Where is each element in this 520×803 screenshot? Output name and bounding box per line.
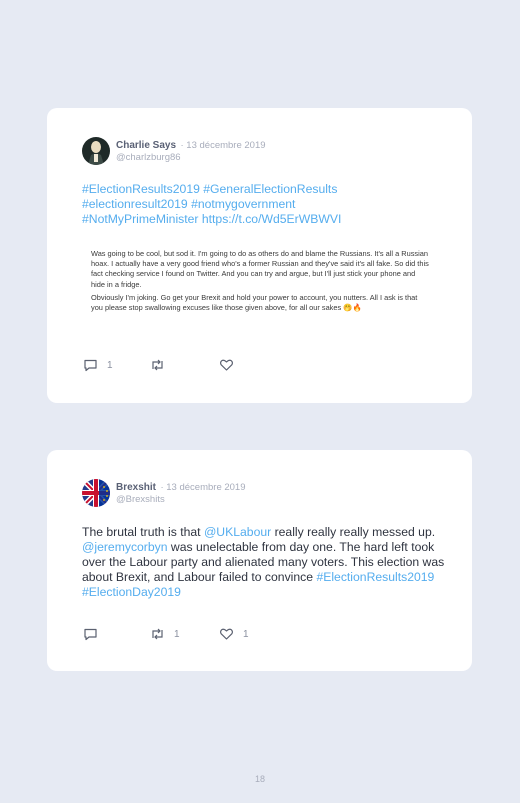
hashtag-line[interactable]: #NotMyPrimeMinister https://t.co/Wd5ErWB… bbox=[82, 212, 442, 227]
hashtag-line[interactable]: #ElectionResults2019 #GeneralElectionRes… bbox=[82, 182, 442, 197]
tweet-actions: 1 1 bbox=[83, 627, 383, 643]
avatar[interactable] bbox=[82, 479, 110, 507]
tweet-body: The brutal truth is that @UKLabour reall… bbox=[82, 525, 447, 600]
author-handle[interactable]: @Brexshits bbox=[116, 494, 246, 506]
like-icon bbox=[220, 359, 233, 371]
tweet-actions: 1 bbox=[83, 358, 383, 374]
retweet-button[interactable]: 1 bbox=[150, 627, 180, 641]
retweet-count: 1 bbox=[174, 628, 180, 640]
author-meta: Brexshit · 13 décembre 2019 @Brexshits bbox=[116, 480, 246, 506]
avatar[interactable] bbox=[82, 137, 110, 165]
like-button[interactable]: 1 bbox=[219, 627, 249, 641]
quoted-paragraph: Was going to be cool, but sod it. I'm go… bbox=[91, 249, 429, 289]
like-button[interactable] bbox=[219, 358, 243, 372]
reply-button[interactable]: 1 bbox=[83, 358, 113, 372]
tweet-body: #ElectionResults2019 #GeneralElectionRes… bbox=[82, 182, 442, 227]
quoted-image-text: Was going to be cool, but sod it. I'm go… bbox=[91, 249, 429, 316]
avatar-image bbox=[82, 137, 110, 165]
reply-icon bbox=[84, 628, 97, 641]
reply-icon bbox=[84, 359, 97, 372]
tweet-card: Charlie Says · 13 décembre 2019 @charlzb… bbox=[47, 108, 472, 403]
retweet-icon bbox=[152, 359, 163, 371]
tweet-text: The brutal truth is that bbox=[82, 525, 204, 539]
hashtag-line[interactable]: #electionresult2019 #notmygovernment bbox=[82, 197, 442, 212]
tweet-header: Brexshit · 13 décembre 2019 @Brexshits bbox=[82, 478, 246, 508]
like-count: 1 bbox=[243, 628, 249, 640]
author-meta: Charlie Says · 13 décembre 2019 @charlzb… bbox=[116, 138, 266, 164]
tweet-card: Brexshit · 13 décembre 2019 @Brexshits T… bbox=[47, 450, 472, 671]
tweet-date: · 13 décembre 2019 bbox=[160, 482, 246, 493]
page-number: 18 bbox=[254, 774, 265, 784]
reply-count: 1 bbox=[107, 359, 113, 371]
tweet-header: Charlie Says · 13 décembre 2019 @charlzb… bbox=[82, 136, 266, 166]
mention-link[interactable]: @UKLabour bbox=[204, 525, 271, 539]
tweet-date: · 13 décembre 2019 bbox=[180, 140, 266, 151]
retweet-icon bbox=[152, 628, 163, 640]
like-icon bbox=[220, 628, 233, 640]
tweet-text: really really really messed up. bbox=[271, 525, 436, 539]
retweet-button[interactable] bbox=[150, 358, 174, 372]
avatar-image bbox=[82, 479, 110, 507]
reply-button[interactable] bbox=[83, 627, 107, 641]
author-name[interactable]: Charlie Says bbox=[116, 140, 176, 151]
mention-link[interactable]: @jeremycorbyn bbox=[82, 540, 168, 554]
author-name[interactable]: Brexshit bbox=[116, 482, 156, 493]
quoted-paragraph: Obviously I'm joking. Go get your Brexit… bbox=[91, 292, 418, 313]
author-handle[interactable]: @charlzburg86 bbox=[116, 152, 266, 164]
